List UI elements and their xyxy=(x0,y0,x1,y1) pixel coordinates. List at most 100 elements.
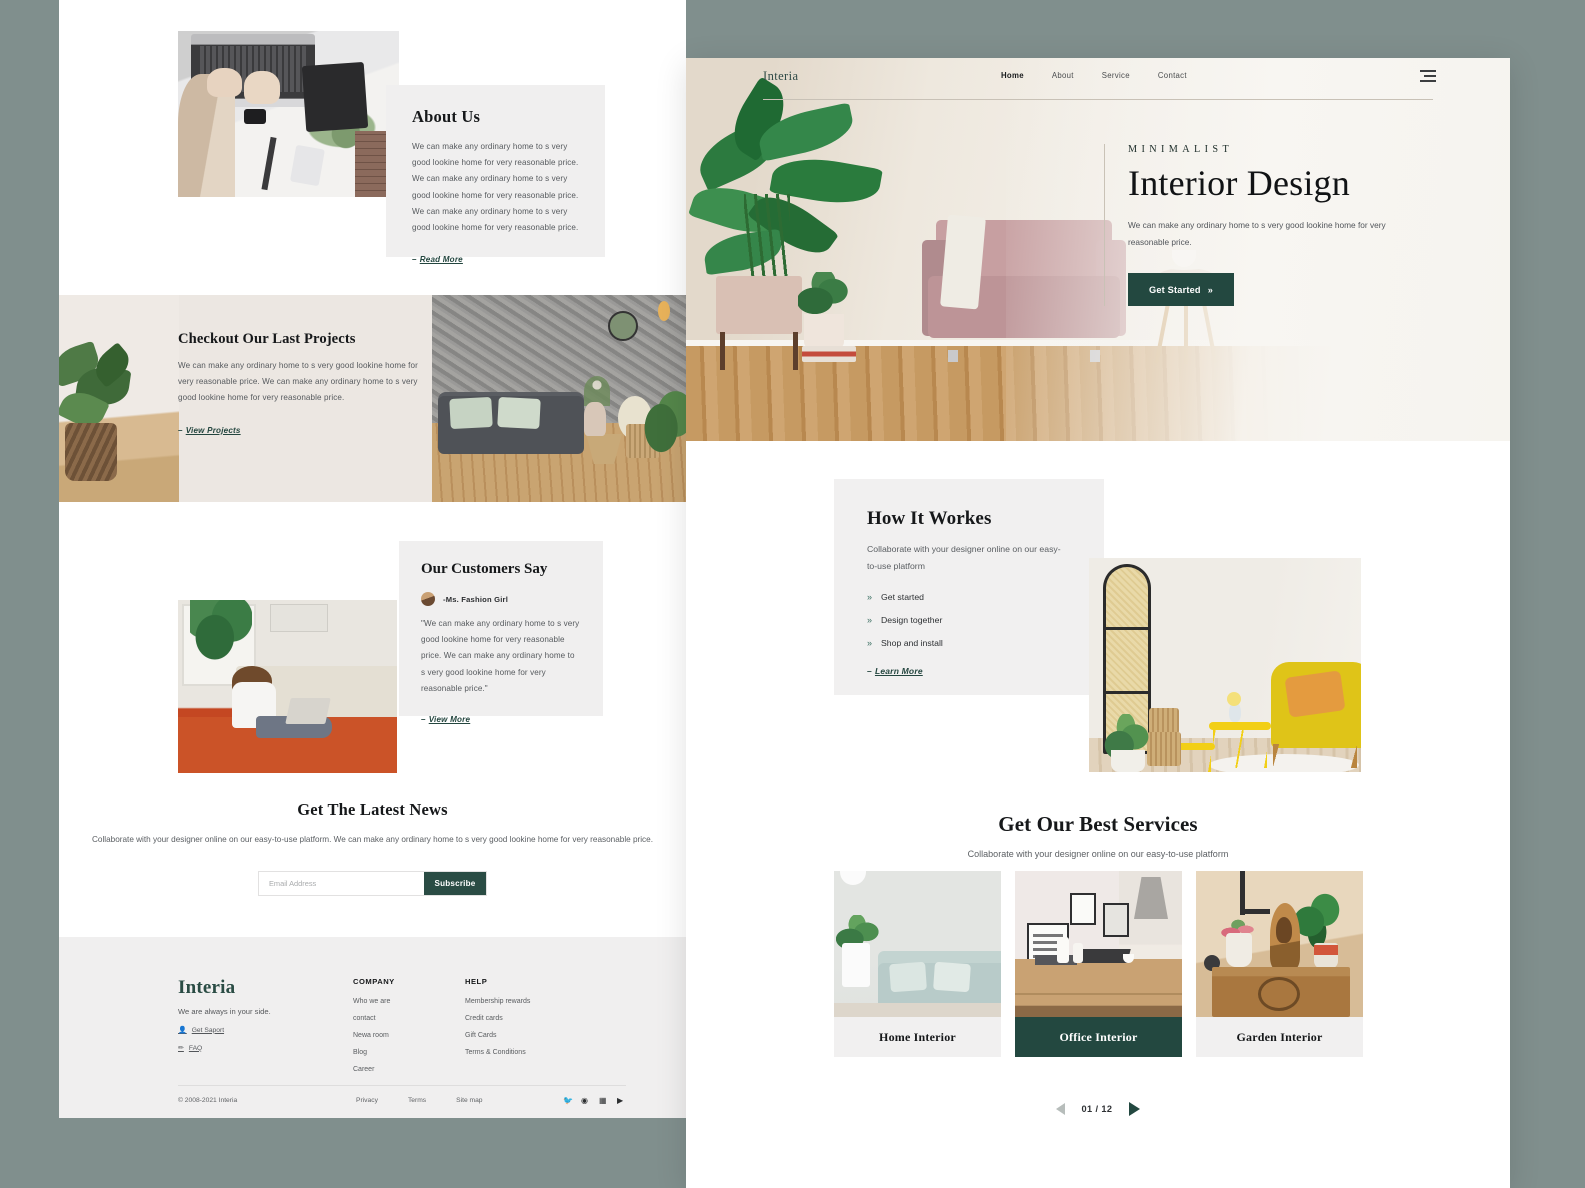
footer-terms-link[interactable]: Terms xyxy=(408,1097,426,1104)
learn-more-link[interactable]: – Learn More xyxy=(867,666,923,676)
about-us-title: About Us xyxy=(412,107,481,126)
projects-band: Checkout Our Last Projects We can make a… xyxy=(59,295,686,502)
services-subtitle: Collaborate with your designer online on… xyxy=(967,849,1229,859)
nav-logo[interactable]: Interia xyxy=(763,69,798,84)
get-support-label: Get Saport xyxy=(191,1026,225,1034)
step-item: » Shop and install xyxy=(867,638,1104,648)
chevron-right-icon: » xyxy=(1207,284,1213,295)
top-navbar: Interia Home About Service Contact xyxy=(686,58,1510,102)
footer-privacy-link[interactable]: Privacy xyxy=(356,1097,378,1104)
footer-help-heading: HELP xyxy=(465,977,488,986)
youtube-icon[interactable]: ▶ xyxy=(617,1096,626,1105)
projects-text-block: Checkout Our Last Projects We can make a… xyxy=(178,331,428,438)
services-title: Get Our Best Services xyxy=(998,812,1198,836)
service-card-garden-interior[interactable]: Garden Interior xyxy=(1196,871,1363,1057)
step-label-get-started: Get started xyxy=(881,591,924,602)
projects-left-photo xyxy=(59,295,179,502)
copyright-text: © 2008-2021 Interia xyxy=(178,1097,238,1104)
view-projects-link[interactable]: – View Projects xyxy=(178,426,241,435)
view-more-label: View More xyxy=(428,714,471,724)
hero-section: Interia Home About Service Contact MINIM… xyxy=(686,58,1510,441)
triangle-right-icon[interactable] xyxy=(1129,1102,1141,1116)
how-it-works-card: How It Workes Collaborate with your desi… xyxy=(834,479,1104,695)
planter-shape xyxy=(716,276,802,334)
newsletter-form: Subscribe xyxy=(258,871,487,897)
get-support-link[interactable]: 👤 Get Saport xyxy=(178,1026,353,1035)
linkedin-icon[interactable]: ▦ xyxy=(599,1096,608,1105)
footer-column-company: COMPANY Who we are contact Newa room Blo… xyxy=(353,977,465,1083)
testimonial-quote: "We can make any ordinary home to s very… xyxy=(421,619,580,693)
hand-shape xyxy=(244,70,280,105)
footer-link-terms-conditions[interactable]: Terms & Conditions xyxy=(465,1049,577,1056)
double-chevron-icon: » xyxy=(867,614,873,625)
hand-shape xyxy=(206,67,243,98)
tablet-shape xyxy=(301,62,369,133)
facebook-icon[interactable]: ◉ xyxy=(581,1096,590,1105)
about-us-card: About Us We can make any ordinary home t… xyxy=(386,85,605,264)
testimonial-card: Our Customers Say -Ms. Fashion Girl "We … xyxy=(399,541,603,724)
newsletter-subtitle: Collaborate with your designer online on… xyxy=(92,835,653,844)
view-projects-label: View Projects xyxy=(185,425,241,435)
services-header: Get Our Best Services Collaborate with y… xyxy=(686,812,1510,859)
how-it-works-photo xyxy=(1089,558,1361,772)
pin-icon: ✏ xyxy=(178,1045,184,1052)
newsletter-section: Get The Latest News Collaborate with you… xyxy=(59,800,686,897)
hero-copy: MINIMALIST Interior Design We can make a… xyxy=(1104,144,1414,307)
woven-pot-shape xyxy=(65,423,117,481)
about-photo xyxy=(178,31,399,197)
read-more-link[interactable]: – Read More xyxy=(412,255,463,264)
hamburger-icon[interactable] xyxy=(1420,70,1436,82)
testimonial-photo xyxy=(178,600,397,773)
footer-link-blog[interactable]: Blog xyxy=(353,1049,465,1056)
projects-body: We can make any ordinary home to s very … xyxy=(178,361,418,403)
how-it-works-title: How It Workes xyxy=(867,508,992,529)
footer-sitemap-link[interactable]: Site map xyxy=(456,1097,482,1104)
subscribe-button[interactable]: Subscribe xyxy=(424,872,486,896)
right-mockup-screen: Interia Home About Service Contact MINIM… xyxy=(686,58,1510,1188)
nav-item-service[interactable]: Service xyxy=(1102,71,1130,80)
service-card-home-interior[interactable]: Home Interior xyxy=(834,871,1001,1057)
footer-bottom-bar: © 2008-2021 Interia Privacy Terms Site m… xyxy=(178,1096,626,1105)
nav-item-home[interactable]: Home xyxy=(1001,71,1024,80)
hero-kicker: MINIMALIST xyxy=(1128,144,1234,155)
email-input[interactable] xyxy=(259,872,424,896)
get-started-button[interactable]: Get Started » xyxy=(1128,273,1234,307)
nav-item-contact[interactable]: Contact xyxy=(1158,71,1187,80)
learn-more-label: Learn More xyxy=(874,665,923,676)
view-more-link[interactable]: – View More xyxy=(421,715,470,724)
footer-link-membership-rewards[interactable]: Membership rewards xyxy=(465,998,577,1005)
double-chevron-icon: » xyxy=(867,637,873,648)
footer-link-news-room[interactable]: Newa room xyxy=(353,1032,465,1039)
nav-item-about[interactable]: About xyxy=(1052,71,1074,80)
footer-link-career[interactable]: Career xyxy=(353,1066,465,1073)
footer-link-credit-cards[interactable]: Credit cards xyxy=(465,1015,577,1022)
step-item: » Design together xyxy=(867,615,1104,625)
dash-glyph: – xyxy=(178,425,183,435)
office-interior-photo xyxy=(1015,871,1182,1017)
pager-count: 01 / 12 xyxy=(1081,1104,1113,1114)
footer-brand: Interia We are always in your side. 👤 Ge… xyxy=(178,977,353,1083)
testimonial-title: Our Customers Say xyxy=(421,561,548,577)
footer-link-contact[interactable]: contact xyxy=(353,1015,465,1022)
step-label-shop-and-install: Shop and install xyxy=(881,637,943,648)
faq-link[interactable]: ✏ FAQ xyxy=(178,1044,353,1053)
footer-tagline: We are always in your side. xyxy=(178,1007,271,1016)
read-more-label: Read More xyxy=(419,255,463,265)
footer-link-gift-cards[interactable]: Gift Cards xyxy=(465,1032,577,1039)
avatar xyxy=(421,592,435,606)
step-label-design-together: Design together xyxy=(881,614,943,625)
triangle-left-icon[interactable] xyxy=(1055,1103,1065,1115)
service-card-office-interior[interactable]: Office Interior xyxy=(1015,871,1182,1057)
watch-shape xyxy=(244,109,267,124)
home-interior-label: Home Interior xyxy=(834,1017,1001,1057)
wall-clock-shape xyxy=(608,311,638,341)
footer-column-help: HELP Membership rewards Credit cards Gif… xyxy=(465,977,577,1083)
footer-link-who-we-are[interactable]: Who we are xyxy=(353,998,465,1005)
services-pager: 01 / 12 xyxy=(686,1102,1510,1116)
person-icon: 👤 xyxy=(178,1027,187,1034)
nav-links: Home About Service Contact xyxy=(1001,71,1187,80)
newsletter-title: Get The Latest News xyxy=(297,800,448,819)
phone-shape xyxy=(289,144,325,186)
dash-glyph: – xyxy=(421,714,426,724)
twitter-icon[interactable]: 🐦 xyxy=(563,1096,573,1105)
